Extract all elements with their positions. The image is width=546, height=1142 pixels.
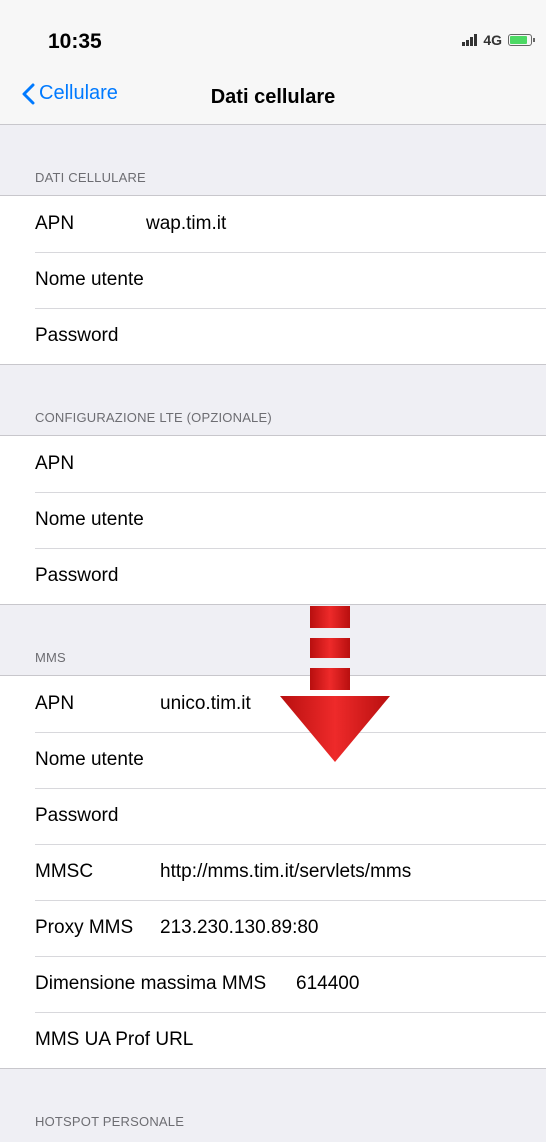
row-label: Nome utente xyxy=(35,749,144,770)
max-size-value[interactable]: 614400 xyxy=(296,973,359,995)
group-dati: APN wap.tim.it Nome utente Password xyxy=(0,195,546,365)
battery-icon xyxy=(508,34,535,46)
proxy-value[interactable]: 213.230.130.89:80 xyxy=(160,917,319,939)
row-label: APN xyxy=(35,453,75,474)
row-mmsc[interactable]: MMSC http://mms.tim.it/servlets/mms xyxy=(0,844,546,900)
page-title: Dati cellulare xyxy=(210,86,336,108)
settings-list: DATI CELLULARE APN wap.tim.it Nome utent… xyxy=(0,125,546,1139)
signal-icon xyxy=(462,34,478,46)
row-ua-prof-url[interactable]: MMS UA Prof URL xyxy=(0,1012,546,1068)
section-title: DATI CELLULARE xyxy=(35,170,146,185)
status-indicators: 4G xyxy=(462,32,535,48)
row-proxy-mms[interactable]: Proxy MMS 213.230.130.89:80 xyxy=(0,900,546,956)
row-label: Password xyxy=(35,565,119,586)
row-label: Nome utente xyxy=(35,269,144,290)
row-label: MMS UA Prof URL xyxy=(35,1029,194,1050)
row-label: MMSC xyxy=(35,861,94,882)
row-label: Password xyxy=(35,805,119,826)
section-header-lte: CONFIGURAZIONE LTE (OPZIONALE) xyxy=(0,365,546,435)
status-bar: 10:35 4G xyxy=(0,0,546,74)
row-label: Proxy MMS xyxy=(35,917,134,938)
navigation-bar: Cellulare Dati cellulare xyxy=(0,74,546,125)
group-mms: APN unico.tim.it Nome utente Password MM… xyxy=(0,675,546,1069)
mmsc-value[interactable]: http://mms.tim.it/servlets/mms xyxy=(160,861,411,883)
section-title: HOTSPOT PERSONALE xyxy=(35,1114,185,1129)
row-password[interactable]: Password xyxy=(0,548,546,604)
row-label: APN xyxy=(35,693,75,714)
row-apn[interactable]: APN xyxy=(0,436,546,492)
row-label: APN xyxy=(35,213,75,234)
down-arrow-icon xyxy=(280,606,390,762)
apn-value[interactable]: unico.tim.it xyxy=(160,693,251,715)
apn-value[interactable]: wap.tim.it xyxy=(146,213,226,235)
network-type: 4G xyxy=(483,32,502,48)
row-label: Password xyxy=(35,325,119,346)
section-header-mms: MMS xyxy=(0,605,546,675)
group-lte: APN Nome utente Password xyxy=(0,435,546,605)
row-username[interactable]: Nome utente xyxy=(0,252,546,308)
row-password[interactable]: Password xyxy=(0,308,546,364)
row-apn[interactable]: APN wap.tim.it xyxy=(0,196,546,252)
row-password[interactable]: Password xyxy=(0,788,546,844)
status-time: 10:35 xyxy=(48,30,102,53)
row-username[interactable]: Nome utente xyxy=(0,732,546,788)
row-username[interactable]: Nome utente xyxy=(0,492,546,548)
row-label: Dimensione massima MMS xyxy=(35,973,267,994)
row-apn[interactable]: APN unico.tim.it xyxy=(0,676,546,732)
section-header-hotspot: HOTSPOT PERSONALE xyxy=(0,1069,546,1139)
section-header-dati: DATI CELLULARE xyxy=(0,125,546,195)
row-max-size[interactable]: Dimensione massima MMS 614400 xyxy=(0,956,546,1012)
row-label: Nome utente xyxy=(35,509,144,530)
section-title: CONFIGURAZIONE LTE (OPZIONALE) xyxy=(35,410,272,425)
section-title: MMS xyxy=(35,650,66,665)
